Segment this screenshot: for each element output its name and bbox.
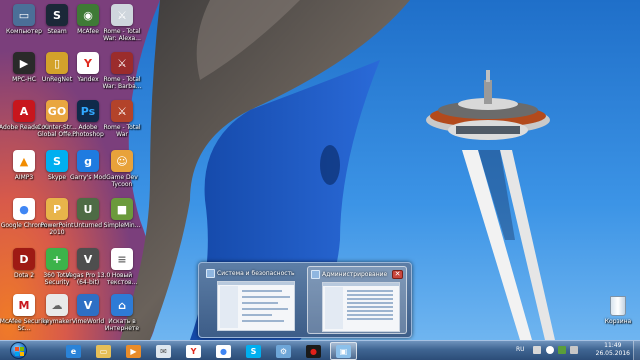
mcafee-security-scan-icon: M bbox=[13, 294, 35, 316]
volume-icon[interactable] bbox=[570, 346, 578, 354]
dota2-icon: D bbox=[13, 248, 35, 270]
desktop-icon[interactable]: ☺ Game Dev Tycoon bbox=[98, 148, 146, 196]
gear-icon: ⚙ bbox=[276, 344, 291, 358]
search-internet-icon: ⌂ bbox=[111, 294, 133, 316]
chrome-icon: ● bbox=[13, 198, 35, 220]
system-tray: RU 11:49 26.05.2016 bbox=[516, 341, 640, 360]
unturned-icon: U bbox=[77, 198, 99, 220]
computer-icon: ▭ bbox=[13, 4, 35, 26]
photoshop-icon: Ps bbox=[77, 100, 99, 122]
taskbar-thumbnail-popup: Система и безопасность Администрирование… bbox=[198, 262, 412, 338]
control-panel-icon bbox=[311, 270, 320, 279]
taskbar-chrome-button[interactable]: ● bbox=[210, 342, 237, 360]
desktop-icon-label: Rome - Total War bbox=[103, 124, 141, 138]
text-document-icon: ≡ bbox=[111, 248, 133, 270]
window-thumbnail-preview bbox=[322, 282, 400, 332]
show-desktop-button[interactable] bbox=[633, 341, 640, 360]
taskbar-yandex-button[interactable]: Y bbox=[180, 342, 207, 360]
arrow-up-icon[interactable] bbox=[533, 346, 541, 354]
desktop-icon[interactable]: ⚔ Rome - Total War: Alexa... bbox=[98, 2, 146, 50]
yandex-icon: Y bbox=[186, 344, 201, 358]
desktop-icon[interactable]: ⚔ Rome - Total War bbox=[98, 98, 146, 146]
taskbar-control-panel-button[interactable]: ▣ bbox=[330, 342, 357, 360]
desktop-icon[interactable]: ≡ Новый текстов... bbox=[98, 246, 146, 294]
taskbar-record-button[interactable]: ● bbox=[300, 342, 327, 360]
mail-icon: ✉ bbox=[156, 344, 171, 358]
clock-date: 26.05.2016 bbox=[595, 350, 630, 357]
window-thumbnail-administration[interactable]: Администрирование ✕ bbox=[307, 266, 407, 334]
record-icon: ● bbox=[306, 344, 321, 358]
rome-total-war-barbarian-icon: ⚔ bbox=[111, 52, 133, 74]
desktop-icon-label: Новый текстов... bbox=[106, 272, 138, 286]
desktop-icon-label: Искать в Интернете bbox=[104, 318, 140, 332]
window-thumbnail-system-security[interactable]: Система и безопасность bbox=[203, 266, 303, 334]
skype-icon: S bbox=[246, 344, 261, 358]
desktop-icon-label: Rome - Total War: Alexa... bbox=[103, 28, 141, 42]
taskbar-mail-button[interactable]: ✉ bbox=[150, 342, 177, 360]
mcafee-badge-icon: ◉ bbox=[77, 4, 99, 26]
network-icon[interactable] bbox=[558, 346, 566, 354]
desktop-icon[interactable]: ⚔ Rome - Total War: Barba... bbox=[98, 50, 146, 98]
desktop-icon[interactable]: ⌂ Искать в Интернете bbox=[98, 292, 146, 340]
start-button[interactable] bbox=[2, 341, 34, 360]
close-icon[interactable]: ✕ bbox=[392, 270, 403, 279]
recycle-bin-icon bbox=[610, 296, 626, 316]
taskbar: e ▭ ▶ ✉ Y ● S ⚙ ● ▣ RU 11:49 26.05.2016 bbox=[0, 340, 640, 360]
window-thumbnail-title: Администрирование bbox=[322, 271, 388, 278]
desktop-icon-label: SimpleMin... bbox=[103, 222, 141, 229]
language-indicator[interactable]: RU bbox=[516, 346, 525, 353]
desktop-icon-label: Rome - Total War: Barba... bbox=[102, 76, 142, 90]
yandex-icon: Y bbox=[77, 52, 99, 74]
window-thumbnail-preview bbox=[217, 281, 295, 331]
control-panel-icon bbox=[206, 269, 215, 278]
desktop-icon-label: Game Dev Tycoon bbox=[106, 174, 138, 188]
taskbar-skype-button[interactable]: S bbox=[240, 342, 267, 360]
vimeworld-icon: V bbox=[77, 294, 99, 316]
recycle-bin-label: Корзина bbox=[604, 318, 632, 325]
minecraft-icon: ■ bbox=[111, 198, 133, 220]
windows-logo-icon bbox=[9, 342, 27, 359]
chrome-tray-icon[interactable] bbox=[546, 346, 554, 354]
chrome-icon: ● bbox=[216, 344, 231, 358]
rome-total-war-icon: ⚔ bbox=[111, 100, 133, 122]
clock[interactable]: 11:49 26.05.2016 bbox=[596, 342, 630, 358]
mpc-hc-icon: ▶ bbox=[13, 52, 35, 74]
clock-time: 11:49 bbox=[604, 342, 622, 349]
taskbar-media-player-button[interactable]: ▶ bbox=[120, 342, 147, 360]
window-thumbnail-title: Система и безопасность bbox=[217, 270, 295, 277]
taskbar-ie-button[interactable]: e bbox=[60, 342, 87, 360]
folder-icon: ▭ bbox=[96, 344, 111, 358]
rome-total-war-alexander-icon: ⚔ bbox=[111, 4, 133, 26]
garrys-mod-icon: g bbox=[77, 150, 99, 172]
desktop-icon[interactable]: ■ SimpleMin... bbox=[98, 196, 146, 244]
aimp-icon: ▲ bbox=[13, 150, 35, 172]
recycle-bin[interactable]: Корзина bbox=[598, 294, 638, 338]
control-panel-icon: ▣ bbox=[336, 344, 351, 358]
vegas-pro-icon: V bbox=[77, 248, 99, 270]
taskbar-explorer-button[interactable]: ▭ bbox=[90, 342, 117, 360]
internet-explorer-icon: e bbox=[66, 344, 81, 358]
taskbar-settings-button[interactable]: ⚙ bbox=[270, 342, 297, 360]
adobe-reader-icon: A bbox=[13, 100, 35, 122]
media-player-icon: ▶ bbox=[126, 344, 141, 358]
game-dev-tycoon-icon: ☺ bbox=[111, 150, 133, 172]
